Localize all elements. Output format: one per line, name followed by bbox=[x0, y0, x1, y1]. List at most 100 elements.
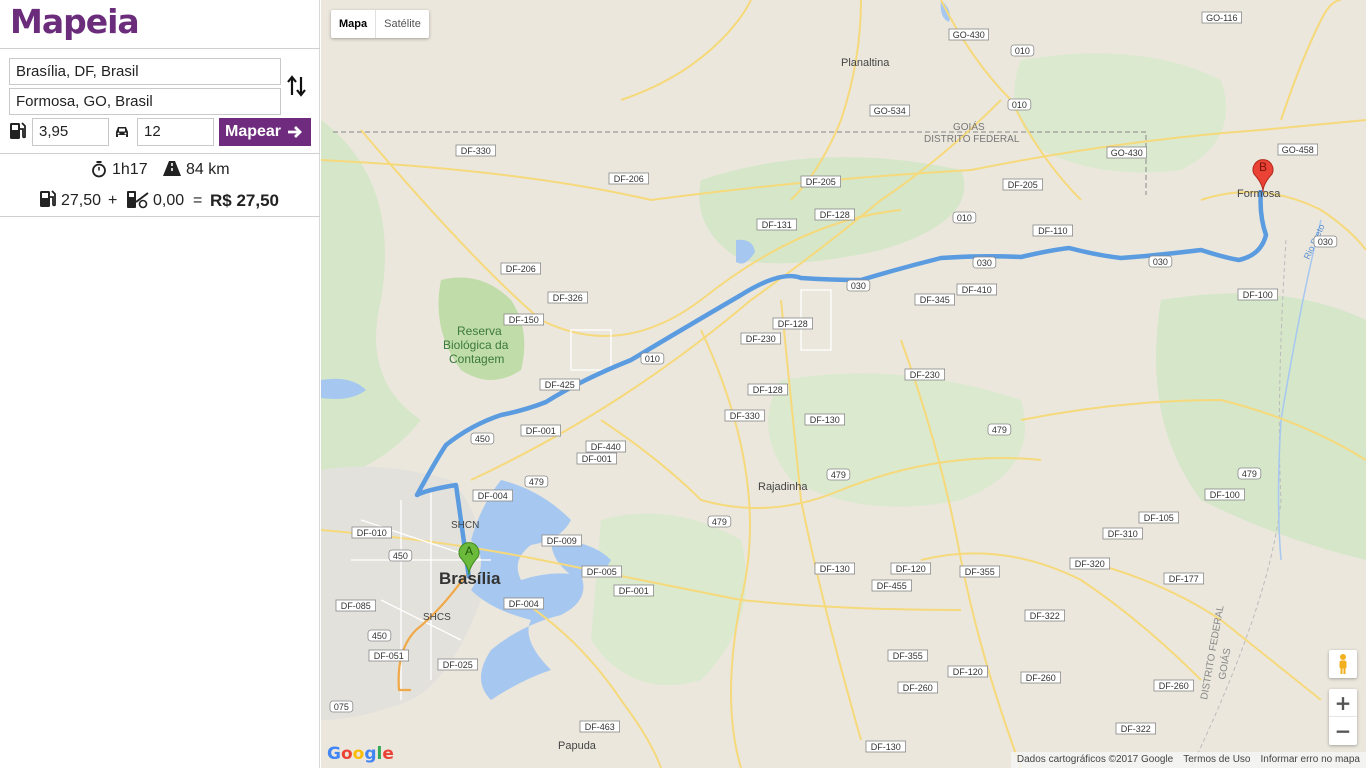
road-shield: DF-085 bbox=[335, 599, 376, 612]
road-shield-label: DF-025 bbox=[443, 660, 473, 670]
road-shield: 479 bbox=[826, 468, 851, 481]
origin-input[interactable]: Brasília, DF, Brasil bbox=[9, 58, 281, 85]
pegman-icon bbox=[1339, 654, 1347, 674]
road-shield-label: DF-120 bbox=[953, 667, 983, 677]
road-shield: GO-458 bbox=[1277, 143, 1318, 156]
road-shield-label: DF-085 bbox=[341, 601, 371, 611]
road-shield-label: DF-206 bbox=[506, 264, 536, 274]
road-shield: GO-116 bbox=[1201, 11, 1242, 24]
road-shield-label: DF-131 bbox=[762, 220, 792, 230]
destination-input[interactable]: Formosa, GO, Brasil bbox=[9, 88, 281, 115]
road-shield: DF-130 bbox=[814, 562, 855, 575]
road-shield: DF-009 bbox=[541, 534, 582, 547]
road-shield-label: DF-230 bbox=[910, 370, 940, 380]
consumption-input[interactable]: 12 bbox=[137, 118, 214, 146]
road-shield-label: GO-534 bbox=[874, 106, 906, 116]
road-shield-label: DF-100 bbox=[1243, 290, 1273, 300]
road-shield-label: GO-430 bbox=[1111, 148, 1143, 158]
road-shield: DF-131 bbox=[756, 218, 797, 231]
road-shield-label: 479 bbox=[1242, 469, 1257, 479]
map-type-satelite[interactable]: Satélite bbox=[376, 10, 429, 38]
road-shield: DF-010 bbox=[351, 526, 392, 539]
road-shield: DF-440 bbox=[585, 440, 626, 453]
road-shield: DF-260 bbox=[1020, 671, 1061, 684]
road-shield: DF-100 bbox=[1237, 288, 1278, 301]
road-shield-label: GO-116 bbox=[1206, 13, 1237, 23]
report-error-link[interactable]: Informar erro no mapa bbox=[1261, 752, 1361, 768]
road-shield-label: DF-322 bbox=[1121, 724, 1151, 734]
road-shield: DF-205 bbox=[1002, 178, 1043, 191]
road-shield: DF-004 bbox=[503, 597, 544, 610]
road-shield-label: DF-005 bbox=[587, 567, 617, 577]
map-canvas[interactable]: Planaltina Formosa Rajadinha Papuda SHCN… bbox=[321, 0, 1366, 768]
road-shield-label: DF-425 bbox=[545, 380, 575, 390]
fuel-pump-icon bbox=[10, 122, 26, 139]
road-shield: DF-326 bbox=[547, 291, 588, 304]
google-logo[interactable]: Google bbox=[327, 744, 394, 764]
road-shield-label: DF-463 bbox=[585, 722, 615, 732]
map-type-mapa[interactable]: Mapa bbox=[331, 10, 377, 38]
road-shield: DF-355 bbox=[959, 565, 1000, 578]
road-shield: 010 bbox=[1007, 98, 1032, 111]
marker-a[interactable]: A bbox=[457, 537, 481, 577]
road-shield-label: DF-330 bbox=[730, 411, 760, 421]
zoom-out-button[interactable]: − bbox=[1329, 717, 1357, 745]
road-shield-label: 450 bbox=[372, 631, 387, 641]
road-shield-label: DF-128 bbox=[820, 210, 850, 220]
swap-direction-icon[interactable] bbox=[286, 73, 308, 99]
toll-icon bbox=[127, 191, 149, 209]
road-shield: DF-001 bbox=[576, 452, 617, 465]
road-shield: DF-120 bbox=[947, 665, 988, 678]
road-shield-label: DF-177 bbox=[1169, 574, 1199, 584]
road-shield-label: DF-004 bbox=[478, 491, 508, 501]
road-shield: DF-355 bbox=[887, 649, 928, 662]
terms-link[interactable]: Termos de Uso bbox=[1183, 752, 1250, 768]
road-shield-label: DF-206 bbox=[614, 174, 644, 184]
road-shield-label: DF-128 bbox=[753, 385, 783, 395]
road-shield: 010 bbox=[1010, 44, 1035, 57]
road-shield-label: DF-260 bbox=[903, 683, 933, 693]
road-shield: 479 bbox=[524, 475, 549, 488]
road-shield: DF-260 bbox=[897, 681, 938, 694]
arrow-right-icon bbox=[288, 126, 302, 138]
road-shield-label: 030 bbox=[977, 258, 992, 268]
road-shield: DF-330 bbox=[724, 409, 765, 422]
car-icon bbox=[116, 127, 128, 137]
road-shield-label: DF-100 bbox=[1210, 490, 1240, 500]
road-shield-label: DF-001 bbox=[582, 454, 612, 464]
road-shield-label: 030 bbox=[1318, 237, 1333, 247]
road-shield-label: 479 bbox=[529, 477, 544, 487]
zoom-in-button[interactable]: + bbox=[1329, 689, 1357, 717]
fuel-cost-icon bbox=[40, 190, 56, 207]
road-shield: 030 bbox=[846, 279, 871, 292]
road-shield-label: DF-010 bbox=[357, 528, 387, 538]
street-view-pegman[interactable] bbox=[1329, 650, 1357, 678]
logo-text: Mapeia bbox=[10, 2, 140, 41]
road-shield: DF-322 bbox=[1024, 609, 1065, 622]
road-shield: DF-150 bbox=[503, 313, 544, 326]
fuel-price-input[interactable]: 3,95 bbox=[32, 118, 109, 146]
marker-a-label: A bbox=[465, 544, 473, 558]
sidebar: Mapeia Brasília, DF, Brasil Formosa, GO,… bbox=[0, 0, 320, 768]
road-shield: DF-463 bbox=[579, 720, 620, 733]
map-data-credit: Dados cartográficos ©2017 Google bbox=[1016, 754, 1174, 765]
marker-b[interactable]: B bbox=[1251, 154, 1275, 194]
duration-text: 1h17 bbox=[112, 161, 148, 178]
road-shield-label: DF-440 bbox=[591, 442, 621, 452]
road-shield: DF-230 bbox=[904, 368, 945, 381]
road-shield-label: DF-260 bbox=[1159, 681, 1189, 691]
road-shield: DF-205 bbox=[800, 175, 841, 188]
road-shield-label: 010 bbox=[645, 354, 660, 364]
marker-b-label: B bbox=[1259, 160, 1267, 174]
mapear-button[interactable]: Mapear bbox=[219, 118, 311, 146]
road-shield: DF-110 bbox=[1032, 224, 1073, 237]
road-shield-label: DF-120 bbox=[896, 564, 926, 574]
divider bbox=[0, 153, 320, 154]
road-shield-label: DF-205 bbox=[1008, 180, 1038, 190]
total-cost: R$ 27,50 bbox=[210, 191, 279, 210]
road-shield-label: DF-320 bbox=[1075, 559, 1105, 569]
road-shield: DF-206 bbox=[608, 172, 649, 185]
road-shield-label: DF-150 bbox=[509, 315, 539, 325]
road-shield: 030 bbox=[1313, 235, 1338, 248]
app-logo[interactable]: Mapeia bbox=[10, 2, 140, 46]
